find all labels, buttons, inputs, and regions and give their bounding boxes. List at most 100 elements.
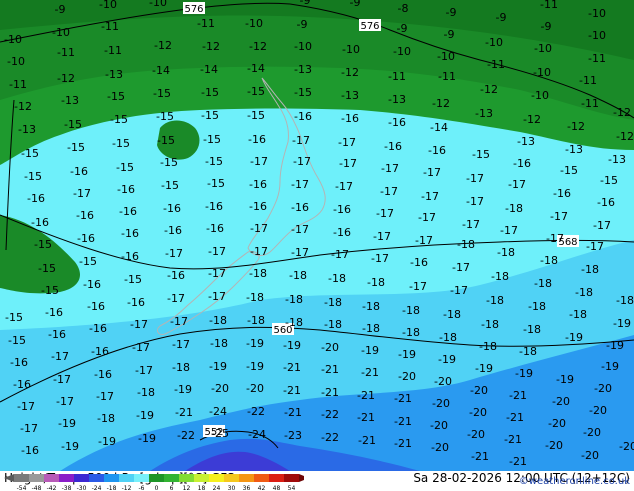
temperature-label: -18 xyxy=(519,345,537,358)
temperature-label: -21 xyxy=(471,450,489,463)
colorbar-left-arrow xyxy=(4,474,14,482)
temperature-label: -19 xyxy=(246,337,264,350)
temperature-label: -16 xyxy=(164,224,182,237)
temperature-label: -16 xyxy=(291,201,309,214)
temperature-label: -15 xyxy=(5,311,23,324)
colorbar-swatch xyxy=(164,474,179,482)
temperature-label: -17 xyxy=(250,222,268,235)
temperature-label: -10 xyxy=(533,66,551,79)
temperature-label: -18 xyxy=(402,304,420,317)
temperature-label: -13 xyxy=(608,153,626,166)
map-canvas: 576 576 568 560 552 -9 -10 -10 -9 -9 -8 -9 -9-1… xyxy=(0,0,634,471)
temperature-label: -15 xyxy=(112,137,130,150)
colorbar-tick: 0 xyxy=(155,485,159,491)
temperature-label: -21 xyxy=(509,455,527,468)
colorbar-tick: -42 xyxy=(47,485,57,491)
temperature-label: -24 xyxy=(209,405,227,418)
temperature-label: -18 xyxy=(540,254,558,267)
temperature-label: -21 xyxy=(321,363,339,376)
temperature-label: -11 xyxy=(540,0,558,11)
temperature-label: -18 xyxy=(575,286,593,299)
temperature-label: -21 xyxy=(284,406,302,419)
temperature-label: -20 xyxy=(467,428,485,441)
credit-link[interactable]: ©weatheronline.co.uk xyxy=(519,476,630,487)
temperature-label: -22 xyxy=(177,429,195,442)
temperature-label: -17 xyxy=(172,338,190,351)
temperature-label: -17 xyxy=(418,211,436,224)
temperature-label: -11 xyxy=(581,97,599,110)
temperature-label: -9 xyxy=(444,28,455,41)
temperature-label: -9 xyxy=(297,18,308,31)
temperature-label: -15 xyxy=(201,86,219,99)
temperature-label: -15 xyxy=(203,133,221,146)
temperature-label: -13 xyxy=(61,94,79,107)
temperature-label: -21 xyxy=(394,437,412,450)
temperature-label: -12 xyxy=(613,106,631,119)
temperature-label: -22 xyxy=(321,408,339,421)
temperature-label: -17 xyxy=(500,224,518,237)
temperature-label: -20 xyxy=(545,439,563,452)
temperature-label: -18 xyxy=(616,294,634,307)
temperature-label: -17 xyxy=(380,185,398,198)
temperature-label: -15 xyxy=(207,177,225,190)
temperature-label: -15 xyxy=(110,113,128,126)
temperature-label: -19 xyxy=(246,360,264,373)
temperature-label: -18 xyxy=(210,337,228,350)
temperature-label: -17 xyxy=(51,350,69,363)
temperature-label: -18 xyxy=(491,270,509,283)
temperature-label: -18 xyxy=(362,300,380,313)
temperature-label: -11 xyxy=(104,44,122,57)
temperature-label: -11 xyxy=(438,70,456,83)
temperature-label: -10 xyxy=(52,26,70,39)
colorbar-swatch xyxy=(269,474,284,482)
temperature-label: -21 xyxy=(283,384,301,397)
temperature-label: -20 xyxy=(548,417,566,430)
temperature-label: -18 xyxy=(457,238,475,251)
colorbar-tick: 12 xyxy=(183,485,191,491)
temperature-label: -11 xyxy=(197,17,215,30)
colorbar-swatch xyxy=(254,474,269,482)
temperature-label: -16 xyxy=(76,209,94,222)
temperature-label: -17 xyxy=(165,247,183,260)
colorbar-tick: 24 xyxy=(213,485,221,491)
temperature-label: -16 xyxy=(163,202,181,215)
colorbar-tick: 42 xyxy=(258,485,266,491)
temperature-label: -18 xyxy=(486,294,504,307)
temperature-label: -17 xyxy=(96,390,114,403)
temperature-label: -13 xyxy=(341,89,359,102)
colorbar-swatch xyxy=(179,474,194,482)
colorbar-tick: 6 xyxy=(170,485,174,491)
temperature-label: -18 xyxy=(362,322,380,335)
temperature-label: -19 xyxy=(58,417,76,430)
temperature-label: -18 xyxy=(97,412,115,425)
temperature-label: -17 xyxy=(466,195,484,208)
temperature-label: -21 xyxy=(283,361,301,374)
temperature-label: -18 xyxy=(569,308,587,321)
temperature-label: -16 xyxy=(21,444,39,457)
temperature-label: -17 xyxy=(373,230,391,243)
temperature-label: -17 xyxy=(135,364,153,377)
temperature-label: -16 xyxy=(333,226,351,239)
temperature-label: -18 xyxy=(285,316,303,329)
temperature-label: -20 xyxy=(211,382,229,395)
temperature-label: -11 xyxy=(9,78,27,91)
temperature-label: -21 xyxy=(175,406,193,419)
temperature-label: -18 xyxy=(505,202,523,215)
temperature-label: -17 xyxy=(550,210,568,223)
temperature-label: -17 xyxy=(291,178,309,191)
colorbar-swatch xyxy=(44,474,59,482)
temperature-label: -10 xyxy=(534,42,552,55)
temperature-label: -24 xyxy=(248,428,266,441)
temperature-label: -17 xyxy=(371,252,389,265)
temperature-label: -15 xyxy=(294,86,312,99)
temperature-label: -15 xyxy=(201,109,219,122)
temperature-label: -15 xyxy=(560,164,578,177)
temperature-label: -16 xyxy=(121,227,139,240)
weather-map: 576 576 568 560 552 -9 -10 -10 -9 -9 -8 -9 -9 -1… xyxy=(0,0,634,471)
colorbar-tick: 48 xyxy=(273,485,281,491)
temperature-label: -16 xyxy=(384,140,402,153)
temperature-label: -11 xyxy=(579,74,597,87)
temperature-label: -19 xyxy=(475,362,493,375)
temperature-label: -20 xyxy=(470,384,488,397)
temperature-label: -16 xyxy=(119,205,137,218)
